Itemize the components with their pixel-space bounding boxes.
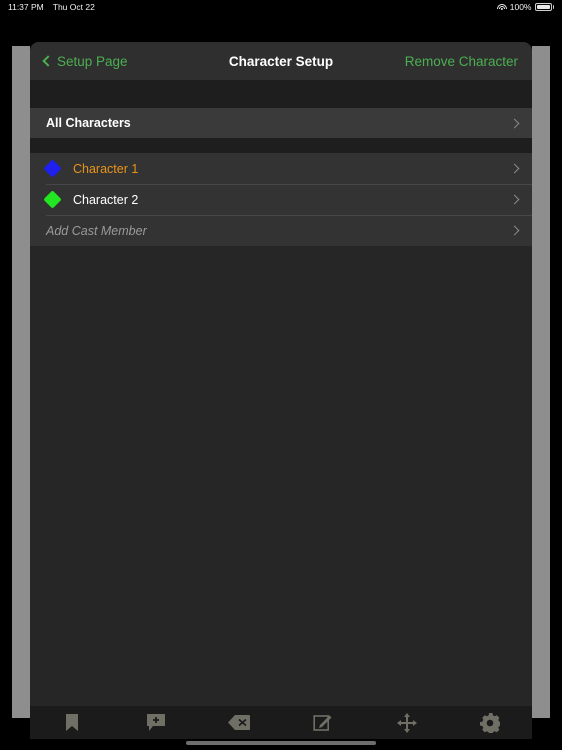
settings-button[interactable] — [448, 712, 532, 733]
move-button[interactable] — [365, 712, 449, 733]
status-bar: 11:37 PM Thu Oct 22 100% — [0, 0, 562, 14]
bookmark-button[interactable] — [30, 713, 114, 732]
wifi-icon — [496, 3, 507, 11]
status-bar-left: 11:37 PM Thu Oct 22 — [8, 2, 95, 12]
bookmark-icon — [65, 714, 78, 731]
section-gap-top — [30, 80, 532, 108]
edit-icon — [313, 715, 332, 731]
move-icon — [396, 712, 417, 733]
diamond-icon — [43, 159, 62, 178]
cast-list-section: Character 1 Character 2 Add Cast Member — [30, 153, 532, 246]
app-screen: 11:37 PM Thu Oct 22 100% Setup Page Char… — [0, 0, 562, 750]
diamond-icon — [43, 190, 62, 209]
bottom-toolbar — [30, 706, 532, 739]
settings-gear-icon — [480, 712, 501, 733]
list-item-character-1[interactable]: Character 1 — [30, 153, 532, 184]
chevron-right-icon — [509, 163, 520, 174]
navigation-bar: Setup Page Character Setup Remove Charac… — [30, 42, 532, 80]
split-view-left-edge — [12, 46, 30, 718]
delete-icon — [228, 715, 251, 730]
all-characters-row[interactable]: All Characters — [30, 108, 532, 138]
chevron-right-icon — [509, 194, 520, 205]
status-bar-right: 100% — [496, 2, 554, 12]
battery-percent-label: 100% — [509, 2, 532, 12]
status-date: Thu Oct 22 — [52, 2, 95, 12]
add-note-button[interactable] — [114, 713, 198, 732]
chevron-left-icon — [42, 55, 54, 67]
remove-character-button[interactable]: Remove Character — [405, 54, 518, 69]
empty-content-area — [30, 246, 532, 666]
list-item-character-2[interactable]: Character 2 — [30, 184, 532, 215]
chevron-right-icon — [509, 118, 520, 128]
edit-button[interactable] — [281, 713, 365, 732]
character-2-label: Character 2 — [73, 192, 139, 207]
character-1-swatch-slot — [43, 159, 73, 178]
chevron-right-icon — [509, 225, 520, 236]
all-characters-section: All Characters — [30, 108, 532, 138]
battery-full-icon — [534, 3, 554, 11]
back-button-label: Setup Page — [57, 53, 128, 69]
character-2-swatch-slot — [43, 190, 73, 209]
all-characters-label: All Characters — [46, 116, 131, 130]
status-time: 11:37 PM — [8, 2, 44, 12]
content-panel: Setup Page Character Setup Remove Charac… — [30, 42, 532, 706]
add-cast-member-row[interactable]: Add Cast Member — [30, 215, 532, 246]
section-gap-middle — [30, 138, 532, 153]
add-note-icon — [146, 714, 165, 731]
add-cast-member-label: Add Cast Member — [46, 223, 147, 238]
home-indicator — [186, 741, 376, 745]
back-button[interactable]: Setup Page — [42, 53, 128, 69]
character-1-label: Character 1 — [73, 161, 139, 176]
delete-button[interactable] — [197, 714, 281, 731]
split-view-right-edge — [532, 46, 550, 718]
